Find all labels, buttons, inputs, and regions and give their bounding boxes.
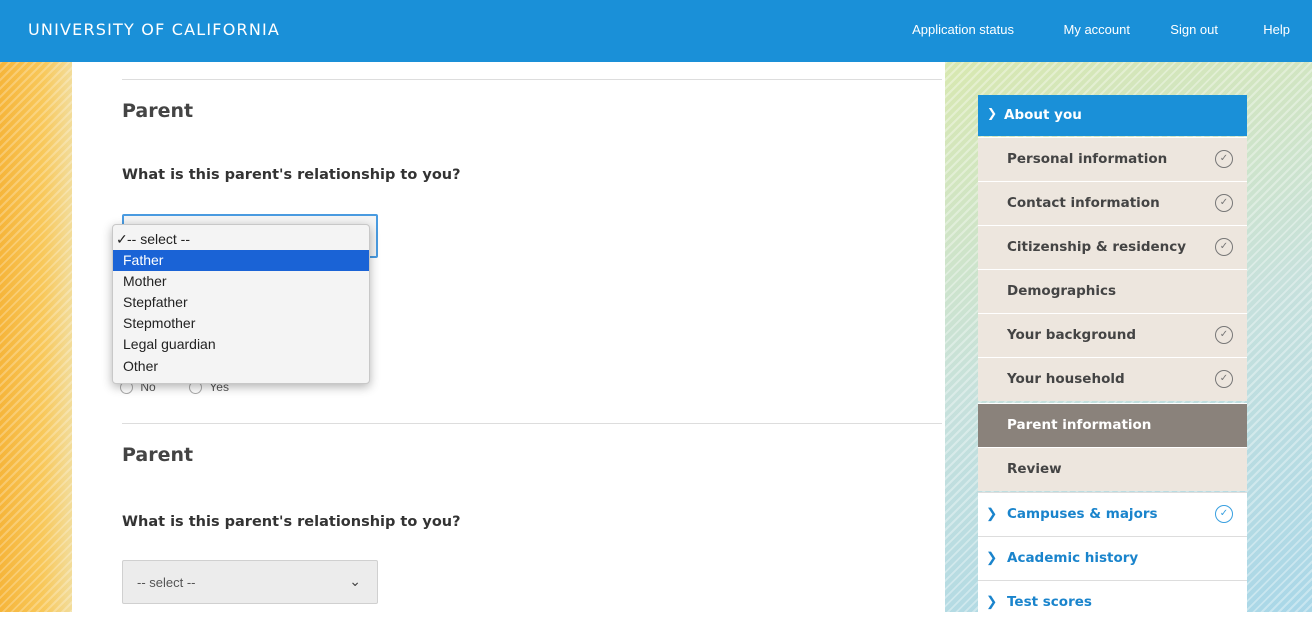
chevron-right-icon: ❯: [986, 594, 998, 610]
nav-my-account[interactable]: My account: [1064, 22, 1130, 37]
dropdown-option-father[interactable]: Father: [113, 250, 369, 271]
checkmark-icon: ✓: [116, 231, 128, 247]
check-circle-icon: ✓: [1215, 326, 1233, 344]
check-circle-icon: ✓: [1215, 505, 1233, 523]
sidebar-item-your-background[interactable]: Your background ✓: [978, 313, 1247, 357]
chevron-right-icon: ❯: [986, 550, 998, 566]
top-bar: UNIVERSITY OF CALIFORNIA Application sta…: [0, 0, 1312, 62]
check-circle-icon: ✓: [1215, 370, 1233, 388]
chevron-down-icon: ⌄: [349, 573, 361, 589]
sidebar-section-campuses-majors[interactable]: ❯ Campuses & majors ✓: [978, 492, 1247, 536]
select-value: -- select --: [137, 575, 196, 590]
sidebar-heading-about-you[interactable]: ❯ About you: [978, 95, 1247, 136]
chevron-down-icon: ❯: [987, 106, 998, 120]
sidebar-section-test-scores[interactable]: ❯ Test scores: [978, 580, 1247, 624]
dropdown-option-stepmother[interactable]: Stepmother: [113, 313, 369, 334]
sidebar-item-parent-information[interactable]: Parent information: [978, 403, 1247, 447]
sidebar-section-academic-history[interactable]: ❯ Academic history: [978, 536, 1247, 580]
relationship-select-2[interactable]: -- select -- ⌄: [122, 560, 378, 604]
divider: [122, 423, 942, 424]
dropdown-option-other[interactable]: Other: [113, 356, 369, 377]
section-title: Parent: [122, 444, 194, 466]
check-circle-icon: ✓: [1215, 150, 1233, 168]
dropdown-option-mother[interactable]: Mother: [113, 271, 369, 292]
sidebar-item-citizenship-residency[interactable]: Citizenship & residency ✓: [978, 225, 1247, 269]
sidebar-item-review[interactable]: Review: [978, 447, 1247, 491]
sidebar-item-demographics[interactable]: Demographics: [978, 269, 1247, 313]
dropdown-option-stepfather[interactable]: Stepfather: [113, 292, 369, 313]
question-label: What is this parent's relationship to yo…: [122, 167, 461, 183]
question-label: What is this parent's relationship to yo…: [122, 514, 461, 530]
check-circle-icon: ✓: [1215, 194, 1233, 212]
sidebar-item-personal-information[interactable]: Personal information ✓: [978, 137, 1247, 181]
brand-logo[interactable]: UNIVERSITY OF CALIFORNIA: [28, 20, 280, 39]
divider: [122, 79, 942, 80]
dropdown-option-select[interactable]: ✓ -- select --: [113, 229, 369, 250]
sidebar-item-contact-information[interactable]: Contact information ✓: [978, 181, 1247, 225]
section-title: Parent: [122, 100, 194, 122]
check-circle-icon: ✓: [1215, 238, 1233, 256]
sidebar-item-your-household[interactable]: Your household ✓: [978, 357, 1247, 401]
nav-sign-out[interactable]: Sign out: [1170, 22, 1218, 37]
decorative-stripe-left: [0, 62, 72, 612]
nav-help[interactable]: Help: [1263, 22, 1290, 37]
relationship-dropdown-menu: ✓ -- select -- Father Mother Stepfather …: [112, 224, 370, 384]
dropdown-option-legal-guardian[interactable]: Legal guardian: [113, 334, 369, 355]
chevron-right-icon: ❯: [986, 506, 998, 522]
nav-application-status[interactable]: Application status: [912, 22, 1014, 37]
